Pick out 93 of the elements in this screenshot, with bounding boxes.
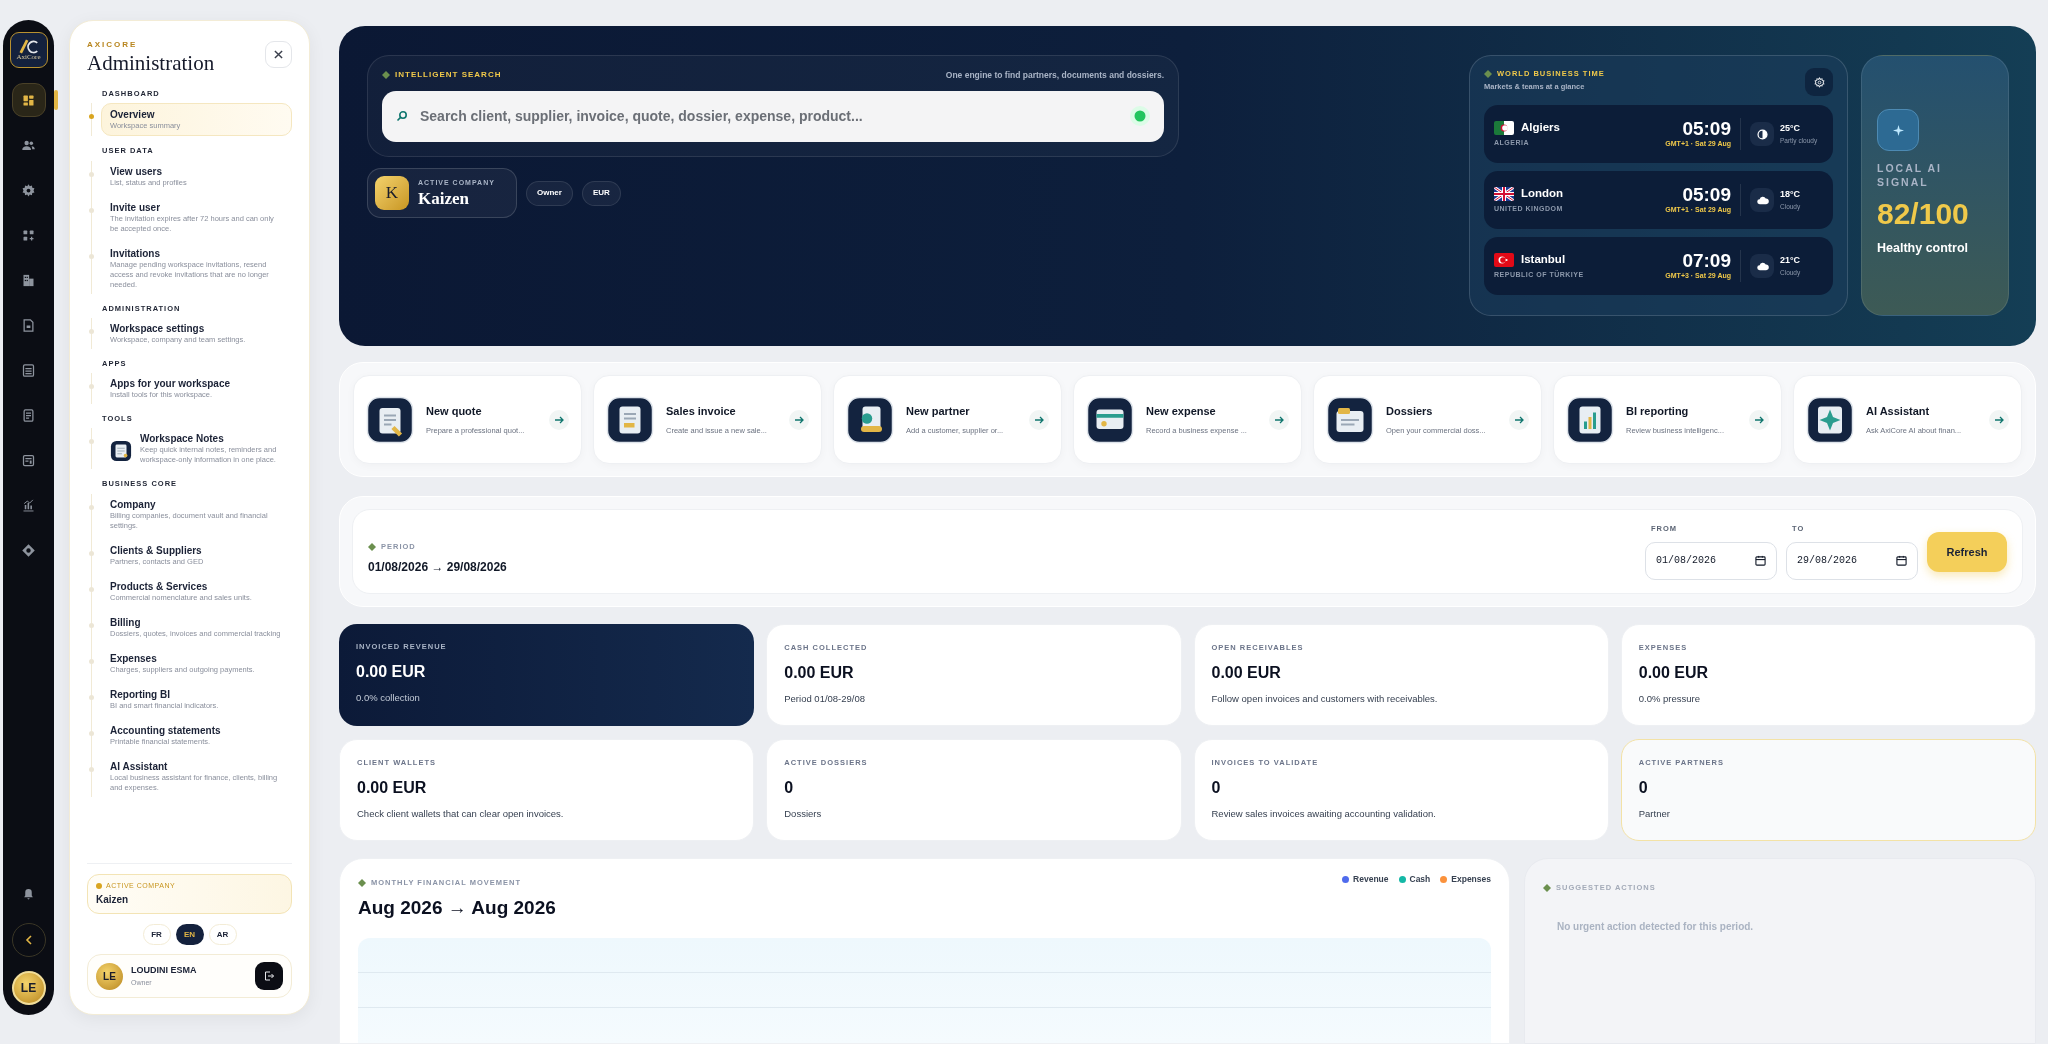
stat-value: 0.00 EUR — [1211, 663, 1282, 684]
stat-value: 0.00 EUR — [1638, 663, 1710, 684]
avatar[interactable]: LE — [11, 971, 46, 1005]
stat-value: 0.00 EUR — [356, 662, 427, 683]
sparkle-icon — [1892, 124, 1904, 136]
folder-icon — [1326, 395, 1374, 444]
person-document-icon — [846, 395, 894, 444]
signal-label: LOCAL AI SIGNAL — [1877, 161, 1943, 189]
chart-document-icon — [1566, 395, 1614, 444]
building-icon — [21, 272, 36, 288]
half-circle-icon — [1755, 127, 1769, 141]
stat-value: 0 — [1638, 778, 1649, 799]
stat-value: 0.00 EUR — [784, 663, 855, 684]
date-field[interactable]: 29/08/2026 — [1786, 541, 1918, 580]
stat-value: 0 — [784, 778, 795, 799]
logout-button[interactable] — [255, 962, 283, 990]
logout-icon — [263, 970, 275, 982]
selection-indicator — [53, 90, 58, 110]
company-initial: K — [375, 176, 409, 210]
table-icon — [21, 362, 36, 378]
stat-note: Period 01/08-29/08 — [784, 692, 867, 707]
sparkle-document-icon — [1806, 395, 1854, 444]
user-name: LOUDINI ESMA — [131, 964, 198, 977]
search-field[interactable]: Search client, supplier, invoice, quote, dossier, expense, product... — [382, 90, 1164, 142]
temperature: 25°C — [1780, 122, 1802, 136]
avatar: LE — [96, 962, 123, 990]
chart-heading: Aug 2026 → Aug 2026 — [358, 896, 556, 921]
search-input[interactable]: Search client, supplier, invoice, quote, dossier, expense, product... — [420, 105, 1118, 127]
temperature: 21°C — [1780, 254, 1801, 268]
settings-icon — [1813, 76, 1825, 88]
notes-icon — [110, 440, 132, 463]
stat-note: 0.0% pressure — [1638, 692, 1701, 707]
status-dot-icon — [96, 882, 102, 889]
stat-note: Partner — [1638, 807, 1671, 822]
diamond-icon — [368, 542, 376, 551]
panel-title: Administration — [87, 51, 215, 75]
company-name: Kaizen — [96, 893, 130, 907]
diamond-icon — [1543, 883, 1551, 892]
settings-button[interactable] — [1805, 68, 1833, 96]
brand-label: AXICORE — [87, 39, 139, 51]
search-tagline: One engine to find partners, documents and dossiers. — [945, 69, 1164, 82]
close-button[interactable] — [265, 41, 292, 68]
settings-icon — [21, 182, 36, 198]
calendar-icon — [1755, 555, 1766, 567]
stat-note: Check client wallets that can clear open invoices. — [357, 807, 565, 822]
bell-icon — [22, 888, 35, 901]
role-chip: EUR — [581, 180, 621, 206]
city-name: Istanbul — [1521, 252, 1566, 268]
city-name: Algiers — [1521, 120, 1560, 136]
flag-icon — [1494, 252, 1514, 267]
flag-icon — [1494, 186, 1514, 201]
rail-button[interactable] — [11, 83, 46, 117]
diamond-icon — [1484, 69, 1492, 78]
language-button[interactable]: EN — [175, 924, 204, 945]
calendar-icon — [1896, 555, 1907, 567]
city-name: London — [1521, 186, 1564, 202]
signal-score: 82/100 — [1877, 197, 1970, 231]
invoice-document-icon — [606, 395, 654, 444]
form-icon — [21, 452, 36, 468]
stat-note: Follow open invoices and customers with receivables. — [1211, 692, 1439, 707]
document-icon — [21, 317, 36, 333]
crosshair-icon — [21, 542, 36, 558]
temperature: 18°C — [1780, 188, 1801, 202]
card-icon — [1086, 395, 1134, 444]
chevron-left-icon — [23, 935, 34, 945]
search-icon — [396, 110, 408, 123]
city-time: 05:09 — [1682, 118, 1731, 140]
stat-value: 0.00 EUR — [357, 778, 428, 799]
stat-note: 0.0% collection — [356, 691, 421, 706]
stat-note: Dossiers — [784, 807, 823, 822]
logo-mark-icon — [17, 39, 40, 54]
close-icon — [274, 50, 283, 59]
legend-label: Revenue — [1353, 873, 1389, 886]
list-document-icon — [21, 407, 36, 423]
city-time: 07:09 — [1682, 250, 1731, 272]
flag-icon — [1494, 120, 1514, 135]
signal-status: Healthy control — [1877, 240, 1969, 257]
refresh-button[interactable]: Refresh — [1927, 532, 2007, 572]
stat-note: Review sales invoices awaiting accounting validation. — [1211, 807, 1437, 822]
city-time: 05:09 — [1682, 184, 1731, 206]
status-dot-icon — [1130, 106, 1150, 127]
suggestions-message: No urgent action detected for this period. — [1557, 920, 1755, 935]
legend-label: Cash — [1409, 873, 1431, 886]
date-field[interactable]: 01/08/2026 — [1645, 541, 1777, 580]
role-chip: Owner — [526, 180, 573, 206]
legend-label: Expenses — [1451, 873, 1491, 886]
diamond-icon — [382, 71, 390, 80]
search-label: INTELLIGENT SEARCH — [395, 69, 502, 82]
period-range: 01/08/2026 → 29/08/2026 — [368, 559, 508, 577]
quote-document-icon — [366, 395, 414, 444]
company-name: Kaizen — [418, 188, 470, 208]
stat-value: 0 — [1211, 778, 1222, 799]
diamond-icon — [358, 878, 366, 887]
